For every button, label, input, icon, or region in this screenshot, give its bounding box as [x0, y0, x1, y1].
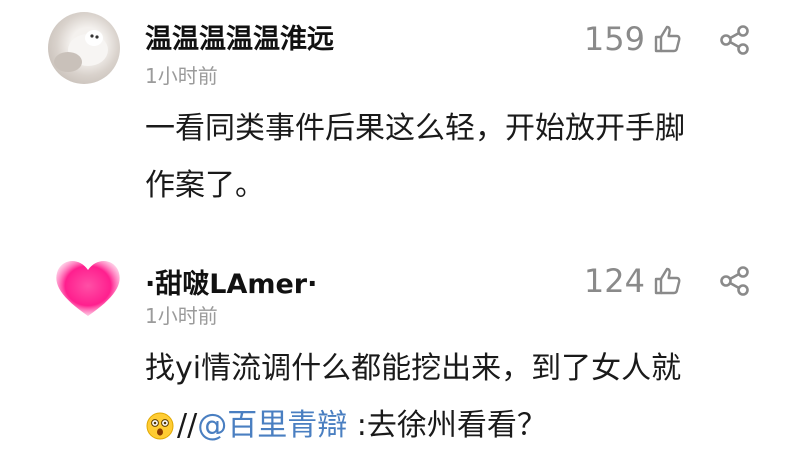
username[interactable]: ·甜啵LAmer·	[145, 262, 317, 301]
timestamp: 1小时前	[145, 64, 218, 88]
share-icon[interactable]	[719, 24, 751, 56]
comment-text: 找yi情流调什么都能挖出来，到了女人就 // @百里青辯 :去徐州看看？	[145, 340, 775, 454]
comment-item: ·甜啵LAmer· 1小时前 124 找yi情流调什么都能挖出来，到了女人就 /…	[0, 240, 795, 456]
avatar[interactable]	[48, 250, 120, 322]
like-button[interactable]: 159	[584, 20, 683, 58]
astonished-face-emoji-icon	[146, 412, 174, 439]
reply-prefix: //	[177, 408, 198, 443]
thumbs-up-icon	[654, 267, 681, 295]
username[interactable]: 温温温温温淮远	[145, 17, 334, 56]
comment-text-line: 找yi情流调什么都能挖出来，到了女人就	[145, 351, 682, 386]
reply-suffix: :去徐州看看？	[347, 408, 547, 443]
like-count: 124	[583, 262, 645, 300]
avatar[interactable]	[48, 12, 120, 84]
thumbs-up-icon	[654, 25, 681, 53]
comment-item: 温温温温温淮远 1小时前 159 一看同类事件后果这么轻，开始放开手脚 作案了。	[0, 0, 795, 225]
comment-text-line: // @百里青辯 :去徐州看看？	[145, 397, 775, 454]
like-button[interactable]: 124	[584, 262, 683, 300]
comment-text-line: 作案了。	[145, 168, 265, 203]
like-count: 159	[583, 20, 645, 58]
comment-text: 一看同类事件后果这么轻，开始放开手脚 作案了。	[145, 100, 775, 214]
share-icon[interactable]	[719, 265, 751, 297]
mention-link[interactable]: @百里青辯	[197, 397, 347, 454]
comment-text-line: 一看同类事件后果这么轻，开始放开手脚	[145, 111, 685, 146]
timestamp: 1小时前	[145, 304, 218, 328]
